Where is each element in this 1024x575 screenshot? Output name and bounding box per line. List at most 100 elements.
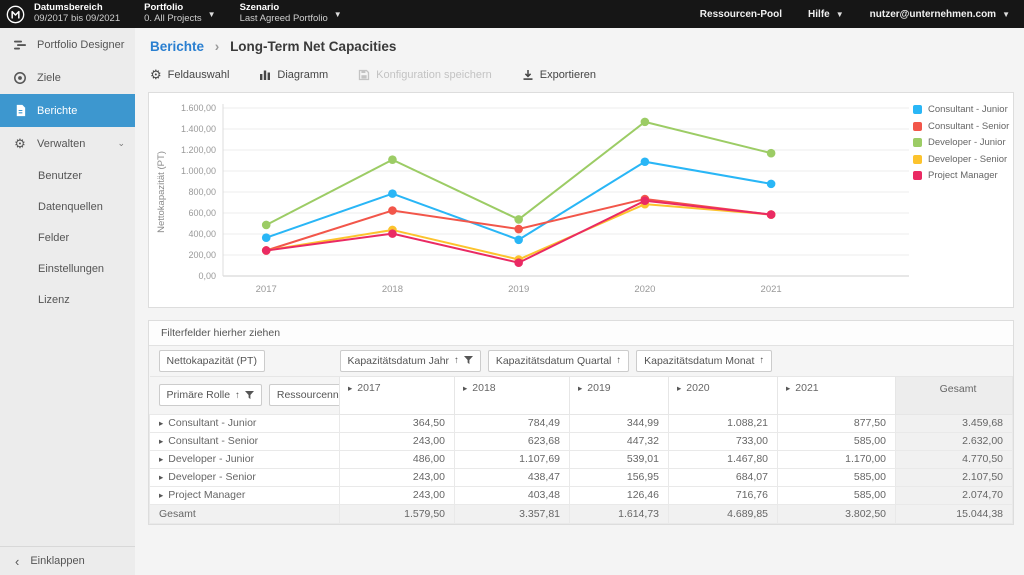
sidebar-item-einstellungen[interactable]: Einstellungen <box>0 253 135 284</box>
measure-pill-nettokapazitaet[interactable]: Nettokapazität (PT) <box>159 350 265 372</box>
data-point <box>262 246 271 255</box>
sidebar-item-label: Einstellungen <box>38 263 104 275</box>
sort-asc-icon[interactable]: ↑ <box>235 390 240 401</box>
main-content: Berichte › Long-Term Net Capacities ⚙ Fe… <box>135 28 1024 575</box>
chevron-down-icon: ▼ <box>334 10 342 19</box>
data-point <box>514 235 523 244</box>
cell-value: 403,48 <box>455 486 570 504</box>
scenario-selector[interactable]: Szenario Last Agreed Portfolio ▼ <box>240 3 342 25</box>
row-label[interactable]: ▸Consultant - Junior <box>150 414 340 432</box>
row-label[interactable]: ▸Consultant - Senior <box>150 432 340 450</box>
column-header-2021[interactable]: ▸2021 <box>778 376 896 414</box>
sidebar-item-felder[interactable]: Felder <box>0 222 135 253</box>
data-point <box>388 229 397 238</box>
row-label[interactable]: ▸Developer - Senior <box>150 468 340 486</box>
field-selection-button[interactable]: ⚙ Feldauswahl <box>150 67 229 83</box>
expand-icon[interactable]: ▸ <box>463 383 467 393</box>
pill-label: Primäre Rolle <box>167 389 231 401</box>
sidebar-item-label: Portfolio Designer <box>37 39 124 51</box>
row-label[interactable]: ▸Project Manager <box>150 486 340 504</box>
cell-value: 3.357,81 <box>455 504 570 523</box>
column-pill-kapazitaetsdatum-jahr[interactable]: Kapazitätsdatum Jahr ↑ <box>340 350 481 372</box>
column-header-2020[interactable]: ▸2020 <box>669 376 778 414</box>
expand-icon[interactable]: ▸ <box>159 490 163 500</box>
row-total: 3.459,68 <box>896 414 1013 432</box>
x-tick-label: 2021 <box>761 284 782 295</box>
expand-icon[interactable]: ▸ <box>578 383 582 393</box>
sort-asc-icon[interactable]: ↑ <box>454 355 459 366</box>
gear-icon: ⚙ <box>13 137 27 151</box>
sidebar-item-datenquellen[interactable]: Datenquellen <box>0 191 135 222</box>
legend-label: Developer - Senior <box>928 154 1007 165</box>
sidebar-item-benutzer[interactable]: Benutzer <box>0 160 135 191</box>
row-pill-primaere-rolle[interactable]: Primäre Rolle ↑ <box>159 384 262 406</box>
sidebar-item-lizenz[interactable]: Lizenz <box>0 284 135 315</box>
save-configuration-label: Konfiguration speichern <box>376 69 492 81</box>
expand-icon[interactable]: ▸ <box>159 472 163 482</box>
cell-value: 716,76 <box>669 486 778 504</box>
y-tick-label: 200,00 <box>188 250 216 260</box>
sort-asc-icon[interactable]: ↑ <box>616 355 621 366</box>
export-button[interactable]: Exportieren <box>522 69 596 81</box>
portfolio-selector[interactable]: Portfolio 0. All Projects ▼ <box>144 3 215 25</box>
help-menu[interactable]: Hilfe ▼ <box>808 9 844 20</box>
timeline-icon <box>13 38 27 52</box>
column-header-2019[interactable]: ▸2019 <box>570 376 669 414</box>
top-bar: Datumsbereich 09/2017 bis 09/2021 Portfo… <box>0 0 1024 28</box>
expand-icon[interactable]: ▸ <box>348 383 352 393</box>
filter-icon[interactable] <box>464 356 473 365</box>
cell-value: 1.107,69 <box>455 450 570 468</box>
expand-icon[interactable]: ▸ <box>159 436 163 446</box>
legend-item[interactable]: Project Manager <box>913 170 1009 181</box>
legend-item[interactable]: Consultant - Senior <box>913 121 1009 132</box>
legend-label: Consultant - Senior <box>928 121 1009 132</box>
data-point <box>767 180 776 189</box>
y-tick-label: 0,00 <box>198 271 216 281</box>
column-header-2018[interactable]: ▸2018 <box>455 376 570 414</box>
capacity-chart-card: 0,00200,00400,00600,00800,001.000,001.20… <box>148 92 1014 308</box>
expand-icon[interactable]: ▸ <box>677 383 681 393</box>
column-pill-kapazitaetsdatum-monat[interactable]: Kapazitätsdatum Monat ↑ <box>636 350 772 372</box>
cell-value: 447,32 <box>570 432 669 450</box>
sidebar-collapse-button[interactable]: ‹ Einklappen <box>0 546 135 575</box>
field-selection-label: Feldauswahl <box>168 69 230 81</box>
table-row: ▸Project Manager 243,00 403,48 126,46 71… <box>150 486 1013 504</box>
chevron-left-icon: ‹ <box>15 554 19 569</box>
save-configuration-button[interactable]: Konfiguration speichern <box>358 69 492 81</box>
scenario-value: Last Agreed Portfolio <box>240 14 328 25</box>
expand-icon[interactable]: ▸ <box>159 418 163 428</box>
sidebar-item-berichte[interactable]: Berichte <box>0 94 135 127</box>
diagram-label: Diagramm <box>277 69 328 81</box>
sort-asc-icon[interactable]: ↑ <box>759 355 764 366</box>
breadcrumb-berichte-link[interactable]: Berichte <box>150 39 204 54</box>
sidebar-item-portfolio-designer[interactable]: Portfolio Designer <box>0 28 135 61</box>
row-label[interactable]: ▸Developer - Junior <box>150 450 340 468</box>
cell-value: 1.170,00 <box>778 450 896 468</box>
column-header-2017[interactable]: ▸2017 <box>340 376 455 414</box>
resource-pool-link[interactable]: Ressourcen-Pool <box>700 9 782 20</box>
x-tick-label: 2018 <box>382 284 403 295</box>
legend-item[interactable]: Developer - Senior <box>913 154 1009 165</box>
filter-icon[interactable] <box>245 391 254 400</box>
sidebar-item-ziele[interactable]: Ziele <box>0 61 135 94</box>
date-range-selector[interactable]: Datumsbereich 09/2017 bis 09/2021 <box>34 3 120 25</box>
expand-icon[interactable]: ▸ <box>159 454 163 464</box>
filter-drop-zone[interactable]: Filterfelder hierher ziehen <box>149 321 1013 346</box>
row-pill-ressourcenname[interactable]: Ressourcenname ↑ <box>269 384 340 406</box>
legend-item[interactable]: Consultant - Junior <box>913 104 1009 115</box>
y-tick-label: 1.000,00 <box>181 166 216 176</box>
cell-value: 438,47 <box>455 468 570 486</box>
column-pill-kapazitaetsdatum-quartal[interactable]: Kapazitätsdatum Quartal ↑ <box>488 350 629 372</box>
user-menu[interactable]: nutzer@unternehmen.com ▼ <box>870 9 1010 20</box>
legend-item[interactable]: Developer - Junior <box>913 137 1009 148</box>
expand-icon[interactable]: ▸ <box>786 383 790 393</box>
sidebar-item-verwalten[interactable]: ⚙ Verwalten ⌄ <box>0 127 135 160</box>
chart-legend: Consultant - Junior Consultant - Senior De… <box>913 96 1009 307</box>
diagram-button[interactable]: Diagramm <box>259 69 328 81</box>
y-tick-label: 1.600,00 <box>181 103 216 113</box>
help-label: Hilfe <box>808 9 830 20</box>
x-tick-label: 2017 <box>256 284 277 295</box>
data-point <box>514 215 523 224</box>
cell-value: 585,00 <box>778 486 896 504</box>
sidebar-item-label: Felder <box>38 232 69 244</box>
